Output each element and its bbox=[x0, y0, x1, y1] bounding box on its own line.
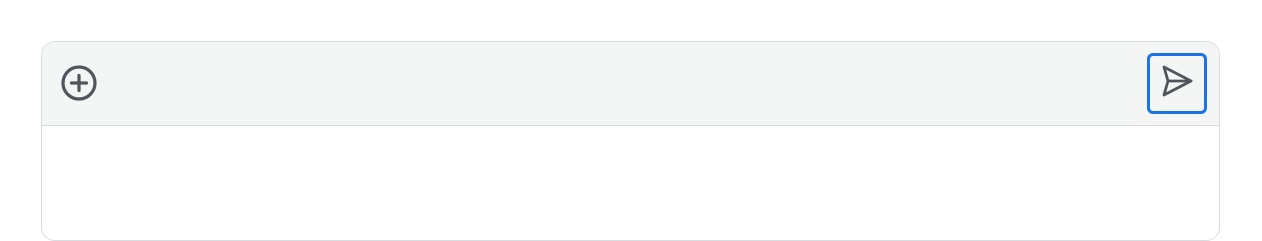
plus-circle-icon bbox=[60, 64, 98, 107]
message-input[interactable] bbox=[42, 126, 1219, 240]
send-button[interactable] bbox=[1147, 53, 1207, 114]
send-icon bbox=[1159, 63, 1195, 104]
add-attachment-button[interactable] bbox=[60, 64, 98, 107]
composer-toolbar bbox=[42, 42, 1219, 126]
message-composer bbox=[41, 41, 1220, 241]
